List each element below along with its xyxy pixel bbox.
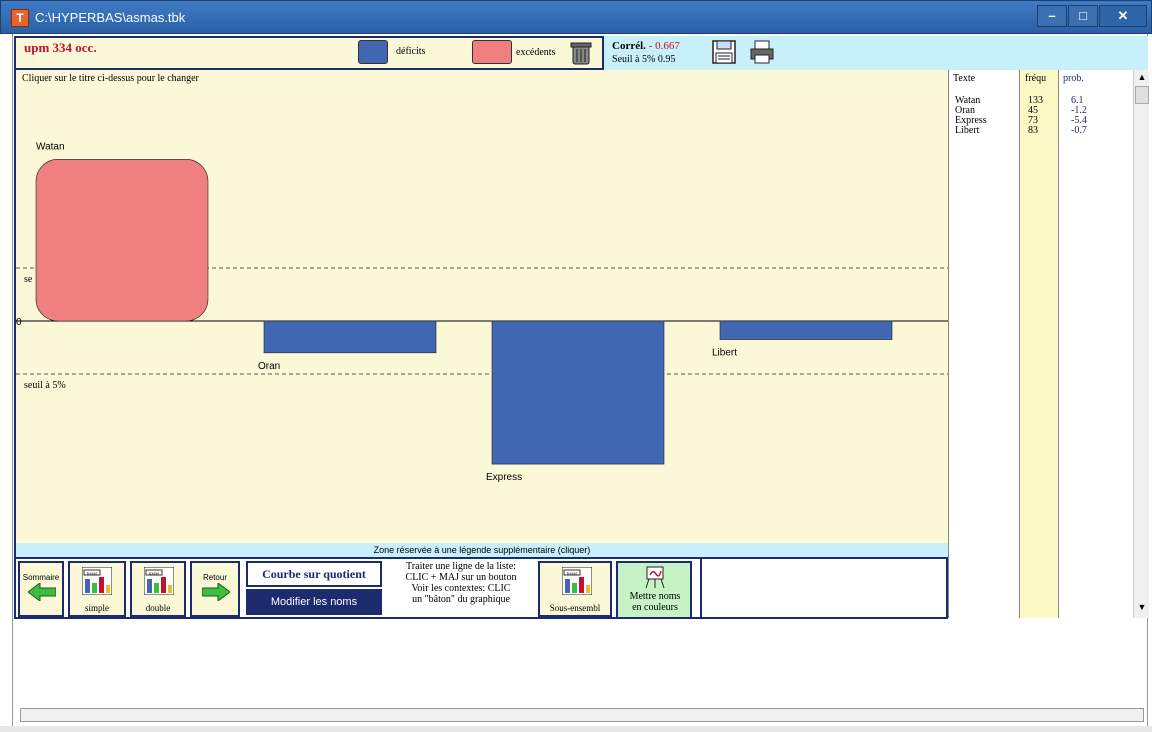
bar-label-oran: Oran	[258, 361, 280, 372]
window-title: C:\HYPERBAS\asmas.tbk	[35, 10, 186, 25]
deficits-swatch[interactable]	[358, 40, 388, 64]
correlation-value: - 0.667	[648, 40, 680, 52]
cells-texte: Watan Oran Express Libert	[955, 96, 987, 136]
bar-express[interactable]	[491, 320, 665, 465]
excel-double-button[interactable]: Excel double	[130, 561, 186, 617]
trash-icon[interactable]	[570, 41, 592, 65]
instruction-line: Voir les contextes: CLIC	[411, 583, 511, 594]
window-titlebar: T C:\HYPERBAS\asmas.tbk – □ ✕	[0, 0, 1152, 34]
close-button[interactable]: ✕	[1099, 5, 1147, 27]
mettre-noms-couleurs-button[interactable]: Mettre noms en couleurs	[616, 561, 692, 619]
column-prob: prob. 6.1 -1.2 -5.4 -0.7	[1059, 70, 1133, 618]
sous-ensemble-button[interactable]: Excel Sous-ensembl	[538, 561, 612, 617]
courbe-group: Courbe sur quotient Modifier les noms	[246, 561, 382, 617]
table-cell[interactable]: Libert	[955, 126, 987, 136]
instructions-text: Traiter une ligne de la liste: CLIC + MA…	[386, 561, 536, 617]
bar-label-watan: Watan	[36, 141, 65, 152]
column-header-frequ: fréqu	[1025, 73, 1047, 84]
cells-frequ: 133 45 73 83	[1028, 96, 1043, 136]
maximize-button[interactable]: □	[1068, 5, 1098, 27]
sommaire-button[interactable]: Sommaire	[18, 561, 64, 617]
simple-label: simple	[85, 603, 109, 613]
excedents-swatch[interactable]	[472, 40, 512, 64]
upm-title[interactable]: upm 334 occ.	[24, 40, 97, 56]
instruction-line: Traiter une ligne de la liste:	[406, 561, 516, 572]
scroll-up-arrow-icon[interactable]: ▲	[1134, 72, 1150, 86]
chart-header-bar: upm 334 occ. déficits excédents Corrél. …	[14, 36, 1148, 70]
arrow-right-icon	[202, 583, 230, 601]
cells-prob: 6.1 -1.2 -5.4 -0.7	[1071, 96, 1087, 136]
zero-label: 0	[16, 317, 22, 328]
sommaire-label: Sommaire	[22, 573, 60, 582]
mettre-line: en couleurs	[632, 602, 678, 613]
excel-simple-button[interactable]: Excel simple	[68, 561, 126, 617]
printer-icon[interactable]	[750, 40, 774, 64]
scroll-thumb[interactable]	[1135, 86, 1149, 104]
bar-libert[interactable]	[719, 320, 893, 340]
modifier-noms-button[interactable]: Modifier les noms	[246, 589, 382, 615]
table-cell[interactable]: 83	[1028, 126, 1043, 136]
minimize-button[interactable]: –	[1037, 5, 1067, 27]
seuil-label: Seuil à 5% 0.95	[612, 54, 675, 65]
sous-ensemble-label: Sous-ensembl	[549, 603, 601, 613]
correlation-panel: Corrél. - 0.667 Seuil à 5% 0.95	[602, 36, 1148, 70]
bar-oran[interactable]	[263, 320, 437, 354]
column-texte: Texte Watan Oran Express Libert	[949, 70, 1019, 618]
excel-chart-icon: Excel	[82, 567, 112, 595]
bar-label-express: Express	[486, 472, 522, 483]
empty-field[interactable]	[700, 559, 946, 617]
correlation-title: Corrél.	[612, 40, 646, 52]
floppy-disk-icon[interactable]	[712, 40, 736, 64]
easel-icon	[645, 566, 665, 589]
arrow-left-icon	[28, 583, 56, 601]
retour-button[interactable]: Retour	[190, 561, 240, 617]
correlation-label: Corrél. - 0.667	[612, 40, 680, 52]
excel-text: Excel	[87, 571, 97, 576]
scroll-down-arrow-icon[interactable]: ▼	[1134, 602, 1150, 616]
excel-chart-icon: Excel	[144, 567, 174, 595]
excel-text: Excel	[567, 571, 577, 576]
retour-label: Retour	[202, 573, 227, 582]
seuil-value: 0.95	[657, 54, 676, 65]
column-header-texte: Texte	[953, 73, 976, 84]
instruction-line: un "bâton" du graphique	[412, 594, 510, 605]
status-bottom	[0, 726, 1152, 732]
bar-watan[interactable]	[35, 159, 209, 322]
mettre-line: Mettre noms	[629, 591, 681, 602]
bottom-toolbar: Sommaire Excel simple Excel double Retou…	[14, 557, 948, 619]
chart-area[interactable]: Cliquer sur le titre ci-dessus pour le c…	[14, 70, 948, 543]
column-header-prob: prob.	[1063, 73, 1084, 84]
seuil-title: Seuil à 5%	[612, 54, 656, 65]
legend-zone[interactable]: Zone réservée à une légende supplémentai…	[14, 543, 948, 557]
double-label: double	[145, 603, 171, 613]
bar-label-libert: Libert	[712, 348, 737, 359]
threshold-top-label: se	[24, 274, 33, 285]
excedents-label: excédents	[516, 47, 556, 58]
excel-text: Excel	[149, 571, 159, 576]
mettre-label: Mettre noms en couleurs	[620, 591, 690, 613]
app-icon: T	[11, 9, 29, 27]
status-bar	[20, 708, 1144, 722]
courbe-quotient-button[interactable]: Courbe sur quotient	[246, 561, 382, 587]
table-scrollbar[interactable]: ▲ ▼	[1133, 70, 1149, 618]
column-frequ: fréqu 133 45 73 83	[1019, 70, 1059, 618]
table-cell[interactable]: -0.7	[1071, 126, 1087, 136]
excel-chart-icon: Excel	[562, 567, 592, 595]
bar-chart: se seuil à 5% 0 Watan Oran Express Libert	[16, 141, 948, 483]
deficits-label: déficits	[396, 46, 426, 57]
results-table: Texte Watan Oran Express Libert fréqu 13…	[948, 70, 1149, 618]
instruction-line: CLIC + MAJ sur un bouton	[405, 572, 517, 583]
threshold-bottom-label: seuil à 5%	[24, 380, 66, 391]
